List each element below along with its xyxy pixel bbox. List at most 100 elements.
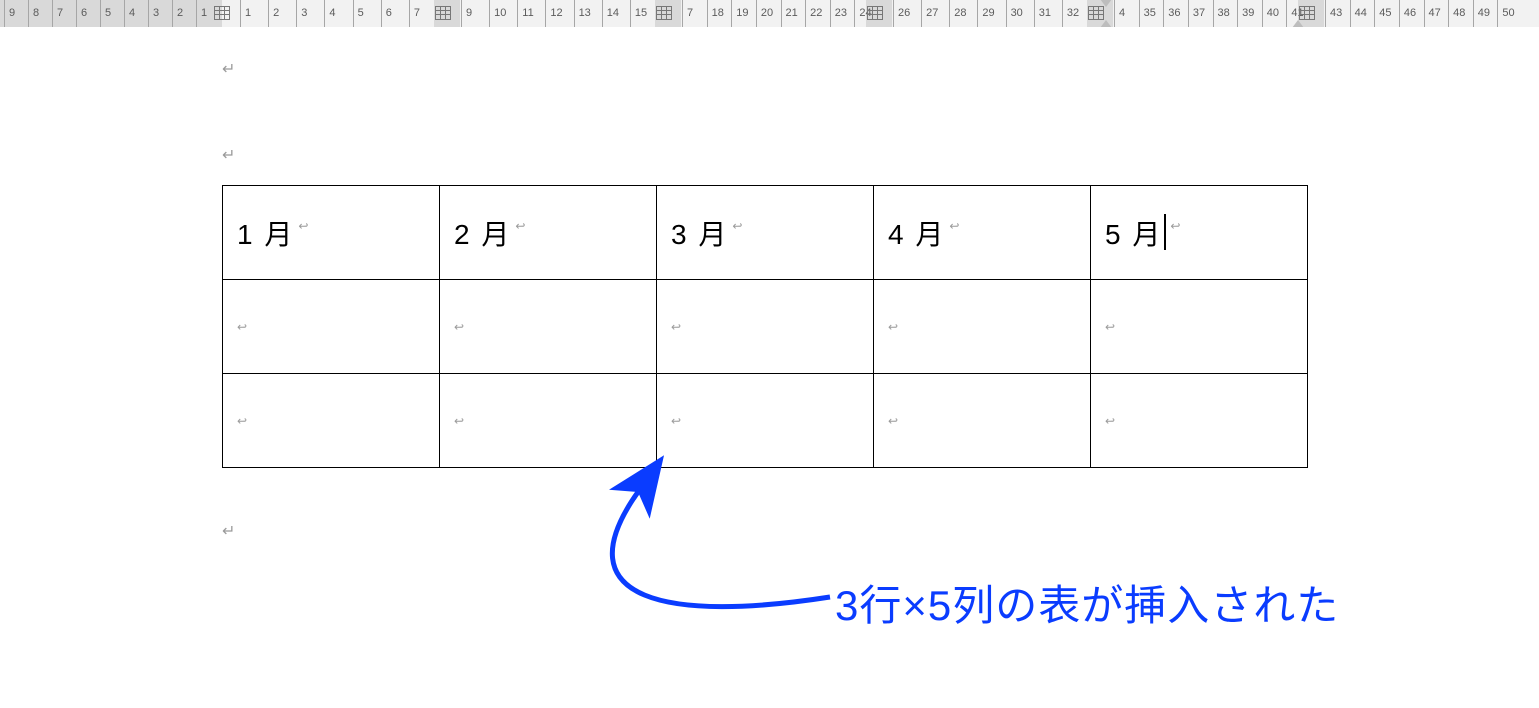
ruler-tick: 4	[1114, 0, 1115, 27]
ruler-tick: 50	[1497, 0, 1498, 27]
indent-marker-right[interactable]	[1292, 0, 1304, 27]
ruler-tick: 23	[830, 0, 831, 27]
table-cell[interactable]: ↩	[440, 280, 657, 374]
table-cell[interactable]: ↩	[874, 374, 1091, 468]
ruler-tick: 38	[1213, 0, 1214, 27]
cell-paragraph-mark: ↩	[237, 414, 247, 428]
ruler-tick: 2	[172, 0, 173, 27]
ruler-tick: 27	[921, 0, 922, 27]
ruler-tick: 32	[1062, 0, 1063, 27]
ruler-tick: 22	[805, 0, 806, 27]
ruler-tick: 2	[268, 0, 269, 27]
cell-text: 1 月↩	[237, 219, 294, 250]
cell-text: 5 月↩	[1105, 219, 1166, 250]
table-cell[interactable]: 2 月↩	[440, 186, 657, 280]
ruler-tick: 41	[1286, 0, 1287, 27]
ruler[interactable]: 9876543211234567910111213141571819202122…	[0, 0, 1539, 27]
ruler-tick: 49	[1473, 0, 1474, 27]
table-cell[interactable]: 4 月↩	[874, 186, 1091, 280]
annotation-caption: 3行×5列の表が挿入された	[835, 572, 1339, 633]
ruler-tick: 43	[1325, 0, 1326, 27]
table-row: ↩ ↩ ↩ ↩ ↩	[223, 374, 1308, 468]
text-caret	[1164, 214, 1166, 250]
table-cell[interactable]: ↩	[874, 280, 1091, 374]
ruler-tick: 9	[4, 0, 5, 27]
ruler-tick: 37	[1188, 0, 1189, 27]
ruler-tick: 29	[977, 0, 978, 27]
cell-paragraph-mark: ↩	[671, 320, 681, 334]
ruler-tick: 13	[574, 0, 575, 27]
column-handle-icon[interactable]	[867, 6, 883, 20]
paragraph-mark: ↵	[222, 145, 235, 165]
table-cell[interactable]: ↩	[657, 374, 874, 468]
ruler-tick: 26	[893, 0, 894, 27]
ruler-tick: 3	[148, 0, 149, 27]
cell-paragraph-mark: ↩	[515, 219, 527, 233]
ruler-tick: 1	[196, 0, 197, 27]
ruler-tick: 48	[1448, 0, 1449, 27]
table-cell[interactable]: ↩	[223, 374, 440, 468]
ruler-tick: 6	[381, 0, 382, 27]
ruler-tick: 46	[1399, 0, 1400, 27]
ruler-tick: 12	[545, 0, 546, 27]
cell-paragraph-mark: ↩	[732, 219, 744, 233]
cell-paragraph-mark: ↩	[1105, 414, 1115, 428]
column-handle-icon[interactable]	[435, 6, 451, 20]
table-row: 1 月↩ 2 月↩ 3 月↩ 4 月↩ 5 月↩	[223, 186, 1308, 280]
document-area[interactable]: ↵ ↵ 1 月↩ 2 月↩ 3 月↩ 4 月↩ 5 月↩ ↩ ↩ ↩ ↩ ↩ ↩ ↩ ↩ ↩ ↩ ↵ 3行×…	[0, 27, 1539, 708]
ruler-tick: 1	[240, 0, 241, 27]
ruler-tick: 40	[1262, 0, 1263, 27]
cell-paragraph-mark: ↩	[1170, 219, 1182, 233]
ruler-tick: 31	[1034, 0, 1035, 27]
cell-paragraph-mark: ↩	[671, 414, 681, 428]
table-cell[interactable]: ↩	[1091, 280, 1308, 374]
ruler-tick: 44	[1350, 0, 1351, 27]
ruler-tick: 4	[324, 0, 325, 27]
cell-text: 3 月↩	[671, 219, 728, 250]
ruler-tick: 4	[124, 0, 125, 27]
ruler-tick: 6	[76, 0, 77, 27]
ruler-tick: 7	[52, 0, 53, 27]
cell-paragraph-mark: ↩	[888, 320, 898, 334]
ruler-tick: 18	[707, 0, 708, 27]
cell-paragraph-mark: ↩	[298, 219, 310, 233]
ruler-tick: 7	[409, 0, 410, 27]
cell-paragraph-mark: ↩	[454, 414, 464, 428]
ruler-tick: 47	[1424, 0, 1425, 27]
column-handle-icon[interactable]	[656, 6, 672, 20]
table-cell[interactable]: 3 月↩	[657, 186, 874, 280]
ruler-tick: 14	[602, 0, 603, 27]
ruler-tick: 35	[1139, 0, 1140, 27]
ruler-tick: 45	[1374, 0, 1375, 27]
ruler-tick: 30	[1006, 0, 1007, 27]
table-row: ↩ ↩ ↩ ↩ ↩	[223, 280, 1308, 374]
cell-paragraph-mark: ↩	[1105, 320, 1115, 334]
cell-paragraph-mark: ↩	[888, 414, 898, 428]
paragraph-mark: ↵	[222, 59, 235, 79]
inserted-table[interactable]: 1 月↩ 2 月↩ 3 月↩ 4 月↩ 5 月↩ ↩ ↩ ↩ ↩ ↩ ↩ ↩ ↩ ↩ ↩	[222, 185, 1308, 468]
table-cell[interactable]: 1 月↩	[223, 186, 440, 280]
table-cell[interactable]: ↩	[1091, 374, 1308, 468]
ruler-tick: 8	[28, 0, 29, 27]
paragraph-mark: ↵	[222, 521, 235, 541]
ruler-tick: 11	[517, 0, 518, 27]
indent-marker[interactable]	[1100, 0, 1112, 27]
table-cell[interactable]: 5 月↩	[1091, 186, 1308, 280]
ruler-tick: 9	[461, 0, 462, 27]
column-handle-icon[interactable]	[214, 6, 230, 20]
ruler-tick: 7	[682, 0, 683, 27]
ruler-tick: 3	[296, 0, 297, 27]
ruler-tick: 19	[731, 0, 732, 27]
ruler-tick: 20	[756, 0, 757, 27]
cell-text: 2 月↩	[454, 219, 511, 250]
cell-paragraph-mark: ↩	[949, 219, 961, 233]
cell-paragraph-mark: ↩	[454, 320, 464, 334]
ruler-tick: 10	[489, 0, 490, 27]
ruler-tick: 15	[630, 0, 631, 27]
table-cell[interactable]: ↩	[223, 280, 440, 374]
table-cell[interactable]: ↩	[440, 374, 657, 468]
table-cell[interactable]: ↩	[657, 280, 874, 374]
ruler-tick: 28	[949, 0, 950, 27]
cell-text: 4 月↩	[888, 219, 945, 250]
ruler-tick: 24	[854, 0, 855, 27]
